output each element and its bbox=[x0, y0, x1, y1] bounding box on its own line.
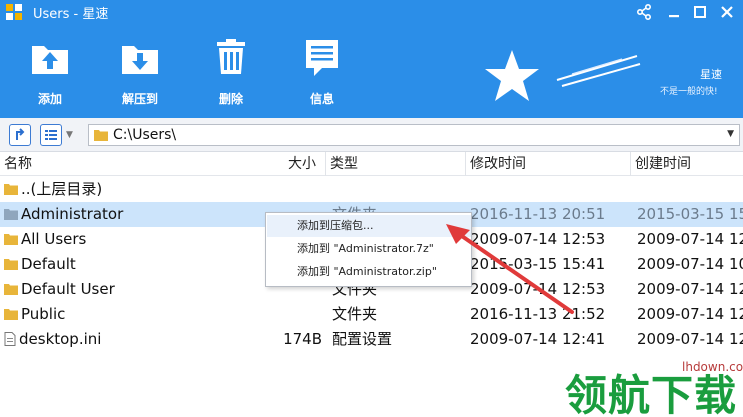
up-arrow-icon bbox=[16, 128, 25, 140]
watermark-url: lhdown.com bbox=[680, 360, 743, 374]
close-button[interactable] bbox=[716, 2, 738, 22]
row-created: 2009-07-14 12 bbox=[637, 230, 743, 248]
column-name-label: 名称 bbox=[4, 156, 32, 172]
folder-icon bbox=[94, 130, 108, 141]
file-list-header: 名称 大小 类型 修改时间 创建时间 bbox=[0, 152, 743, 176]
annotation-arrow-icon bbox=[446, 224, 574, 314]
folder-icon bbox=[4, 183, 18, 195]
column-header-type[interactable]: 类型 bbox=[326, 152, 466, 176]
add-button[interactable]: 添加 bbox=[17, 38, 83, 110]
add-archive-icon bbox=[32, 46, 68, 74]
view-mode-dropdown-icon[interactable]: ▼ bbox=[66, 130, 73, 140]
list-view-icon bbox=[45, 130, 57, 140]
column-created-label: 创建时间 bbox=[635, 156, 691, 172]
top-toolbar-area: Users - 星速 添加 解压到 删除 信息 星速 不是一般的快! bbox=[0, 0, 743, 118]
row-name: Administrator bbox=[21, 205, 124, 223]
address-path: C:\Users\ bbox=[113, 127, 177, 143]
column-size-label: 大小 bbox=[288, 156, 316, 172]
close-icon bbox=[721, 6, 733, 18]
row-created: 2015-03-15 15 bbox=[637, 205, 743, 223]
brand-name: 星速 bbox=[700, 68, 722, 81]
delete-button[interactable]: 删除 bbox=[198, 38, 264, 110]
info-label: 信息 bbox=[309, 92, 334, 106]
row-modified: 2009-07-14 12:41 bbox=[470, 330, 606, 348]
title-bar: Users - 星速 bbox=[0, 0, 743, 24]
folder-icon bbox=[4, 233, 18, 245]
row-name: Default User bbox=[21, 280, 115, 298]
row-created: 2009-07-14 12 bbox=[637, 330, 743, 348]
table-row-public[interactable]: Public 文件夹 2016-11-13 21:52 2009-07-14 1… bbox=[0, 302, 743, 327]
folder-icon bbox=[4, 208, 18, 220]
column-header-name[interactable]: 名称 bbox=[0, 152, 326, 176]
column-modified-label: 修改时间 bbox=[470, 156, 526, 172]
row-name: Public bbox=[21, 305, 66, 323]
trash-icon bbox=[217, 39, 245, 74]
extract-button[interactable]: 解压到 bbox=[107, 38, 173, 110]
row-type: 配置设置 bbox=[332, 330, 393, 348]
share-button[interactable] bbox=[633, 2, 655, 22]
minimize-icon bbox=[669, 15, 679, 18]
table-row-parent[interactable]: ..(上层目录) bbox=[0, 177, 743, 202]
column-header-size[interactable]: 大小 bbox=[286, 152, 326, 176]
folder-icon bbox=[4, 283, 18, 295]
app-logo-icon bbox=[6, 4, 22, 20]
column-header-modified[interactable]: 修改时间 bbox=[466, 152, 631, 176]
brand-slogan: 不是一般的快! bbox=[660, 87, 718, 97]
column-header-created[interactable]: 创建时间 bbox=[631, 152, 743, 176]
watermark: 领航下载 lhdown.com bbox=[545, 352, 743, 417]
row-created: 2009-07-14 12 bbox=[637, 305, 743, 323]
address-bar[interactable]: C:\Users\ ▼ bbox=[88, 124, 740, 146]
folder-icon bbox=[4, 308, 18, 320]
column-type-label: 类型 bbox=[330, 156, 358, 172]
share-icon bbox=[636, 4, 651, 20]
row-name: Default bbox=[21, 255, 76, 273]
brand-star-icon bbox=[485, 50, 539, 101]
up-folder-button[interactable] bbox=[9, 124, 31, 146]
address-dropdown-icon[interactable]: ▼ bbox=[727, 129, 734, 139]
delete-label: 删除 bbox=[218, 92, 243, 106]
row-created: 2009-07-14 12 bbox=[637, 280, 743, 298]
folder-icon bbox=[4, 258, 18, 270]
row-size: 174B bbox=[283, 330, 322, 348]
row-name: desktop.ini bbox=[19, 330, 102, 348]
info-button[interactable]: 信息 bbox=[289, 38, 355, 110]
maximize-icon bbox=[694, 6, 706, 18]
maximize-button[interactable] bbox=[689, 2, 711, 22]
minimize-button[interactable] bbox=[663, 2, 685, 22]
brand-speed-lines-icon bbox=[556, 55, 641, 87]
row-created: 2009-07-14 10 bbox=[637, 255, 743, 273]
table-row-desktop-ini[interactable]: desktop.ini 174B 配置设置 2009-07-14 12:41 2… bbox=[0, 327, 743, 352]
row-name: All Users bbox=[21, 230, 87, 248]
window-title: Users - 星速 bbox=[33, 7, 109, 22]
address-row: ▼ C:\Users\ ▼ bbox=[0, 118, 743, 152]
add-label: 添加 bbox=[37, 92, 62, 106]
extract-label: 解压到 bbox=[121, 92, 158, 106]
file-icon bbox=[4, 331, 16, 346]
row-name: ..(上层目录) bbox=[21, 180, 103, 198]
info-document-icon bbox=[306, 40, 338, 76]
extract-archive-icon bbox=[122, 46, 158, 74]
view-mode-button[interactable] bbox=[40, 124, 62, 146]
